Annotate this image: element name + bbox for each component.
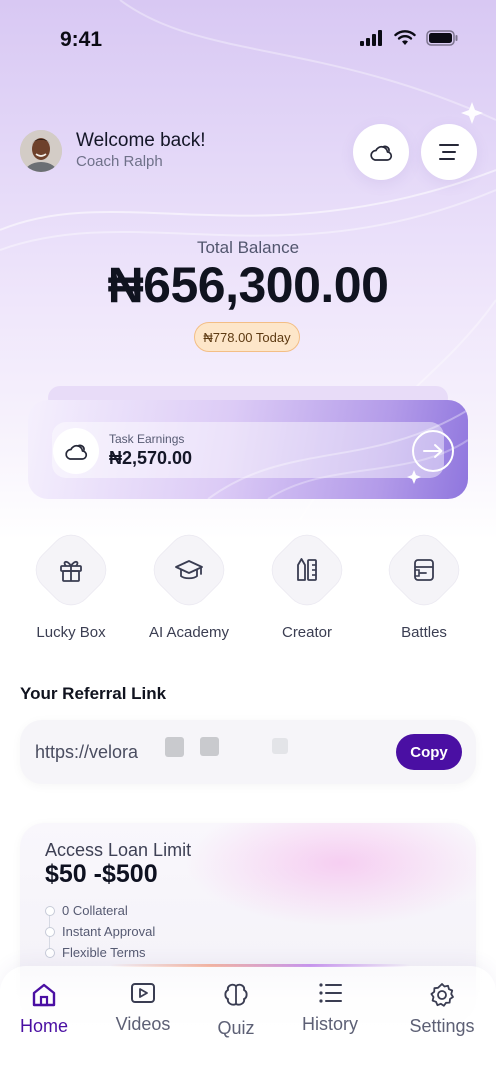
- loan-feature: Instant Approval: [62, 924, 156, 939]
- task-earnings-value: ₦2,570.00: [109, 448, 193, 468]
- gear-icon: [430, 983, 454, 1007]
- quick-action-tile: [262, 525, 352, 615]
- nav-item-quiz[interactable]: Quiz: [188, 980, 284, 1039]
- task-icon-circle: [53, 428, 99, 474]
- menu-button[interactable]: [421, 124, 477, 180]
- feature-dot: [45, 948, 55, 958]
- video-icon: [131, 983, 155, 1003]
- brain-icon: [224, 983, 248, 1006]
- quick-action-ai-academy[interactable]: AI Academy: [139, 525, 239, 641]
- quick-action-tile: [26, 525, 116, 615]
- arrow-right-icon: [423, 444, 443, 458]
- copy-button[interactable]: Copy: [396, 734, 462, 770]
- cloud-icon: [370, 145, 393, 161]
- feature-dot: [45, 906, 55, 916]
- task-earnings-label: Task Earnings: [109, 432, 185, 446]
- task-earnings-arrow-button[interactable]: [412, 430, 454, 472]
- balance-label: Total Balance: [196, 238, 300, 257]
- nav-item-settings[interactable]: Settings: [394, 980, 490, 1037]
- referral-url[interactable]: https://velora: [35, 742, 138, 763]
- redacted-link-part: [165, 737, 184, 757]
- balance-amount: ₦656,300.00: [107, 257, 389, 313]
- quick-action-label: Battles: [401, 624, 447, 641]
- loan-feature: Flexible Terms: [62, 945, 146, 960]
- quick-action-tile: [379, 525, 469, 615]
- nav-glow-line: [110, 964, 410, 967]
- nav-label: History: [301, 1014, 358, 1034]
- list-icon: [319, 983, 342, 1003]
- referral-title: Your Referral Link: [20, 684, 167, 703]
- nav-label: Home: [19, 1016, 68, 1036]
- nav-item-history[interactable]: History: [282, 978, 378, 1035]
- quick-action-tile: [144, 525, 234, 615]
- nav-item-home[interactable]: Home: [0, 980, 92, 1037]
- battery-icon: [426, 30, 458, 46]
- welcome-text: Welcome back!: [76, 130, 206, 151]
- redacted-link-part: [272, 738, 288, 754]
- quick-action-label: Lucky Box: [36, 624, 106, 641]
- username: Coach Ralph: [76, 153, 163, 170]
- avatar-image: [20, 130, 62, 172]
- wifi-icon: [394, 30, 416, 45]
- quick-action-lucky-box[interactable]: Lucky Box: [21, 525, 121, 641]
- nav-label: Settings: [409, 1016, 475, 1036]
- design-tools-icon: [297, 558, 317, 581]
- sparkle-icon: [461, 102, 483, 124]
- graduation-cap-icon: [175, 560, 203, 580]
- loan-title: Access Loan Limit: [45, 840, 192, 860]
- quick-action-label: Creator: [281, 624, 333, 641]
- cloud-icon: [65, 444, 88, 460]
- avatar[interactable]: [20, 130, 62, 172]
- home-icon: [32, 983, 56, 1007]
- nav-item-videos[interactable]: Videos: [95, 978, 191, 1035]
- redacted-link-part: [200, 737, 219, 756]
- loan-range: $50 -$500: [45, 860, 158, 888]
- quick-action-label: AI Academy: [148, 624, 230, 641]
- gift-icon: [60, 560, 82, 582]
- nav-label: Quiz: [217, 1018, 255, 1038]
- today-earnings-badge: ₦778.00 Today: [194, 322, 300, 352]
- feature-dot: [45, 927, 55, 937]
- quick-action-creator[interactable]: Creator: [257, 525, 357, 641]
- menu-icon: [439, 144, 459, 160]
- nav-label: Videos: [115, 1014, 171, 1034]
- weather-button[interactable]: [353, 124, 409, 180]
- status-icons: [360, 30, 458, 46]
- loan-feature: 0 Collateral: [62, 903, 128, 918]
- quick-action-battles[interactable]: Battles: [374, 525, 474, 641]
- status-bar: 9:41: [0, 0, 496, 80]
- status-time: 9:41: [60, 28, 103, 51]
- signal-icon: [360, 30, 382, 46]
- cards-icon: [414, 559, 434, 581]
